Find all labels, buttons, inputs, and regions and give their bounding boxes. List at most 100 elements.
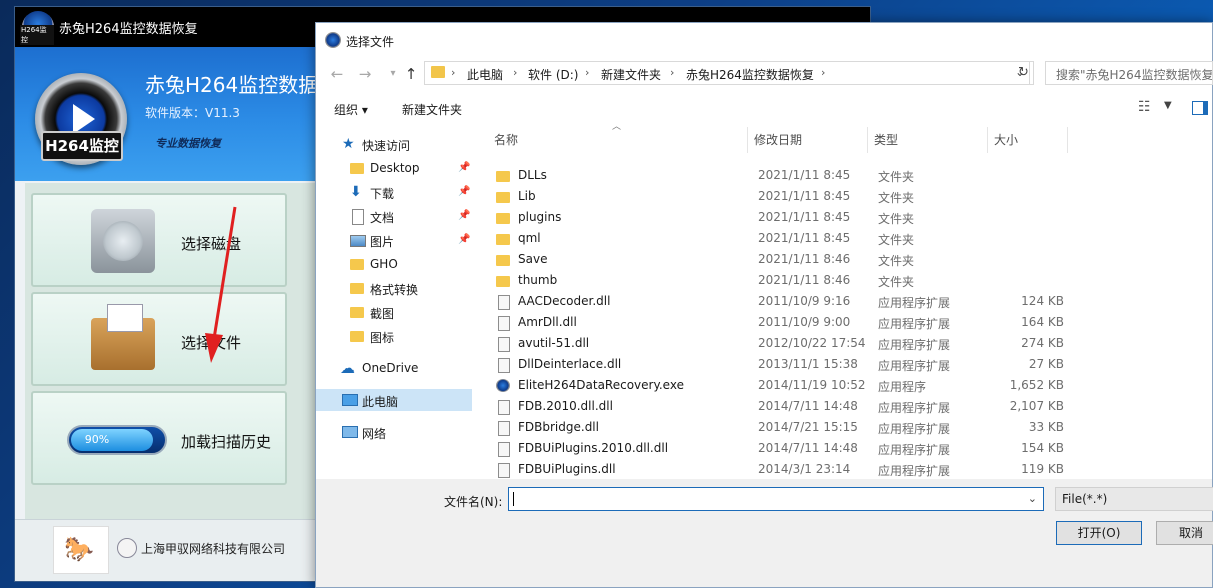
file-row[interactable]: plugins 2021/1/11 8:45 文件夹 bbox=[488, 207, 1058, 228]
file-row[interactable]: EliteH264DataRecovery.exe 2014/11/19 10:5… bbox=[488, 375, 1064, 396]
file-type: 文件夹 bbox=[878, 254, 915, 268]
file-name: qml bbox=[518, 231, 541, 245]
chevron-down-icon[interactable]: ⌄ bbox=[1028, 492, 1037, 505]
column-header-size[interactable]: 大小 bbox=[994, 127, 1018, 153]
file-type: 应用程序扩展 bbox=[878, 401, 951, 415]
file-type: 应用程序扩展 bbox=[878, 464, 951, 478]
nav-onedrive[interactable]: ☁ OneDrive bbox=[316, 357, 472, 379]
breadcrumb-this-pc[interactable]: 此电脑 bbox=[467, 66, 503, 83]
nav-quick-access[interactable]: ★ 快速访问 bbox=[316, 133, 472, 155]
file-row[interactable]: qml 2021/1/11 8:45 文件夹 bbox=[488, 228, 1058, 249]
company-badge-icon bbox=[117, 538, 137, 558]
file-date: 2021/1/11 8:45 bbox=[758, 231, 851, 245]
nav-item-screenshots[interactable]: 截图 bbox=[316, 301, 472, 323]
refresh-icon[interactable]: ↻ bbox=[1014, 61, 1034, 85]
file-size: 274 KB bbox=[1021, 336, 1064, 350]
file-date: 2021/1/11 8:45 bbox=[758, 210, 851, 224]
forward-arrow-icon[interactable]: → bbox=[354, 63, 376, 85]
folder-icon bbox=[496, 192, 510, 203]
file-row[interactable]: DllDeinterlace.dll 2013/11/1 15:38 应用程序扩展 2… bbox=[488, 354, 1064, 375]
nav-item-downloads[interactable]: ⬇ 下载 📌 bbox=[316, 181, 472, 203]
organize-button[interactable]: 组织 ▾ bbox=[334, 101, 368, 118]
column-header-name[interactable]: 名称 bbox=[494, 127, 518, 153]
column-header-type[interactable]: 类型 bbox=[874, 127, 898, 153]
folder-icon bbox=[350, 307, 364, 318]
file-type: 文件夹 bbox=[878, 191, 915, 205]
file-row[interactable]: avutil-51.dll 2012/10/22 17:54 应用程序扩展 274 K… bbox=[488, 333, 1064, 354]
folder-icon bbox=[496, 255, 510, 266]
file-row[interactable]: DLLs 2021/1/11 8:45 文件夹 bbox=[488, 165, 1058, 186]
search-input[interactable]: 搜索"赤兔H264监控数据恢复" bbox=[1045, 61, 1213, 85]
file-name: DllDeinterlace.dll bbox=[518, 357, 622, 371]
dll-file-icon bbox=[498, 337, 510, 352]
filename-input[interactable]: ⌄ bbox=[508, 487, 1044, 511]
cancel-button[interactable]: 取消 bbox=[1156, 521, 1213, 545]
file-size: 124 KB bbox=[1021, 294, 1064, 308]
column-divider[interactable] bbox=[747, 127, 748, 153]
column-divider[interactable] bbox=[987, 127, 988, 153]
column-divider[interactable] bbox=[1067, 127, 1068, 153]
up-arrow-icon[interactable]: ↑ bbox=[400, 63, 422, 85]
dll-file-icon bbox=[498, 421, 510, 436]
load-history-button[interactable]: 90% 加载扫描历史 bbox=[31, 391, 287, 485]
dll-file-icon bbox=[498, 316, 510, 331]
nav-label: 网络 bbox=[362, 427, 387, 441]
file-type: 文件夹 bbox=[878, 233, 915, 247]
back-arrow-icon[interactable]: ← bbox=[326, 63, 348, 85]
address-bar[interactable]: › 此电脑 › 软件 (D:) › 新建文件夹 › 赤兔H264监控数据恢复 ›… bbox=[424, 61, 1030, 85]
file-row[interactable]: FDBbridge.dll 2014/7/21 15:15 应用程序扩展 33 KB bbox=[488, 417, 1064, 438]
preview-pane-icon[interactable] bbox=[1192, 101, 1208, 115]
nav-item-documents[interactable]: 文档 📌 bbox=[316, 205, 472, 227]
pin-icon[interactable]: 📌 bbox=[458, 234, 470, 245]
file-row[interactable]: Lib 2021/1/11 8:45 文件夹 bbox=[488, 186, 1058, 207]
file-row[interactable]: AACDecoder.dll 2011/10/9 9:16 应用程序扩展 124 KB bbox=[488, 291, 1064, 312]
breadcrumb-chevron-icon: › bbox=[451, 66, 456, 79]
column-header-date[interactable]: 修改日期 bbox=[754, 127, 802, 153]
open-button[interactable]: 打开(O) bbox=[1056, 521, 1142, 545]
nav-item-icons[interactable]: 图标 bbox=[316, 325, 472, 347]
file-row[interactable]: Save 2021/1/11 8:46 文件夹 bbox=[488, 249, 1058, 270]
file-row[interactable]: AmrDll.dll 2011/10/9 9:00 应用程序扩展 164 KB bbox=[488, 312, 1064, 333]
app-title: 赤兔H264监控数据恢复 bbox=[59, 22, 198, 37]
file-name: plugins bbox=[518, 210, 562, 224]
nav-label: 图片 bbox=[370, 235, 395, 249]
file-row[interactable]: FDBUiPlugins.2010.dll.dll 2014/7/11 14:48… bbox=[488, 438, 1064, 459]
file-type-select[interactable]: File(*.*) bbox=[1055, 487, 1213, 511]
pin-icon[interactable]: 📌 bbox=[458, 210, 470, 221]
document-icon bbox=[352, 209, 364, 225]
breadcrumb-current[interactable]: 赤兔H264监控数据恢复 bbox=[686, 66, 814, 83]
nav-item-pictures[interactable]: 图片 📌 bbox=[316, 229, 472, 251]
file-date: 2021/1/11 8:46 bbox=[758, 273, 851, 287]
breadcrumb-chevron-icon: › bbox=[585, 66, 590, 79]
navigation-pane: ★ 快速访问 Desktop 📌 ⬇ 下载 📌 文档 📌 图片 📌 GHO 格式… bbox=[316, 127, 474, 479]
view-options-icon[interactable]: ☷ bbox=[1138, 99, 1151, 115]
file-type: 应用程序扩展 bbox=[878, 359, 951, 373]
file-row[interactable]: FDB.2010.dll.dll 2014/7/11 14:48 应用程序扩展 2,1… bbox=[488, 396, 1064, 417]
column-divider[interactable] bbox=[867, 127, 868, 153]
chevron-down-icon[interactable]: ▼ bbox=[1164, 100, 1172, 111]
breadcrumb-new-folder[interactable]: 新建文件夹 bbox=[601, 66, 661, 83]
text-caret bbox=[513, 492, 514, 506]
folder-icon bbox=[496, 276, 510, 287]
folder-icon bbox=[496, 213, 510, 224]
pin-icon[interactable]: 📌 bbox=[458, 186, 470, 197]
pin-icon[interactable]: 📌 bbox=[458, 162, 470, 173]
nav-network[interactable]: 网络 bbox=[316, 421, 472, 443]
nav-this-pc[interactable]: 此电脑 bbox=[316, 389, 472, 411]
file-row[interactable]: FDBUiPlugins.dll 2014/3/1 23:14 应用程序扩展 119 … bbox=[488, 459, 1064, 480]
nav-item-desktop[interactable]: Desktop 📌 bbox=[316, 157, 472, 179]
file-date: 2014/11/19 10:52 bbox=[758, 378, 866, 392]
nav-item-gho[interactable]: GHO bbox=[316, 253, 472, 275]
file-date: 2013/11/1 15:38 bbox=[758, 357, 858, 371]
dll-file-icon bbox=[498, 295, 510, 310]
breadcrumb-drive[interactable]: 软件 (D:) bbox=[528, 66, 578, 83]
file-date: 2014/3/1 23:14 bbox=[758, 462, 851, 476]
file-row[interactable]: thumb 2021/1/11 8:46 文件夹 bbox=[488, 270, 1058, 291]
select-disk-button[interactable]: 选择磁盘 bbox=[31, 193, 287, 287]
folder-icon bbox=[350, 163, 364, 174]
nav-item-format-convert[interactable]: 格式转换 bbox=[316, 277, 472, 299]
new-folder-button[interactable]: 新建文件夹 bbox=[402, 101, 462, 118]
select-file-button[interactable]: 选择文件 bbox=[31, 292, 287, 386]
file-size: 119 KB bbox=[1021, 462, 1064, 476]
file-type: 应用程序扩展 bbox=[878, 296, 951, 310]
